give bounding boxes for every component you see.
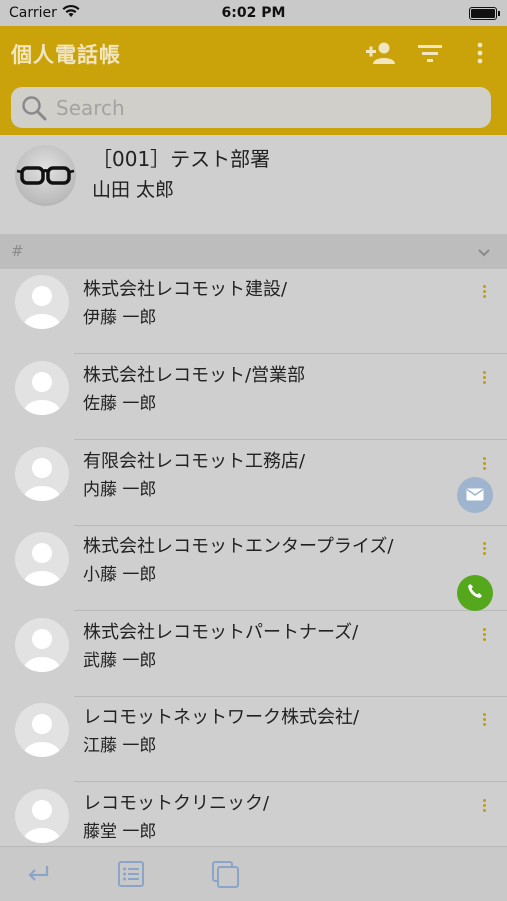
battery-icon xyxy=(469,7,500,20)
more-vertical-icon[interactable] xyxy=(478,626,490,646)
profile-name: 山田 太郎 xyxy=(92,179,175,201)
chevron-down-icon[interactable] xyxy=(477,243,491,262)
call-button[interactable] xyxy=(457,575,493,611)
contact-company: 株式会社レコモット/営業部 xyxy=(83,365,306,386)
search-icon xyxy=(21,95,47,125)
divider xyxy=(74,610,507,611)
search-input[interactable]: Search xyxy=(11,87,491,128)
contact-name: 小藤 一郎 xyxy=(83,565,157,585)
add-contact-icon[interactable] xyxy=(364,36,398,70)
more-vertical-icon[interactable] xyxy=(478,369,490,389)
mail-icon xyxy=(466,486,484,505)
divider xyxy=(74,353,507,354)
page-title: 個人電話帳 xyxy=(11,43,121,67)
search-placeholder: Search xyxy=(56,96,125,120)
contact-row[interactable]: 有限会社レコモット工務店/ 内藤 一郎 xyxy=(0,441,507,526)
contact-company: 株式会社レコモットエンタープライズ/ xyxy=(83,536,394,557)
contact-name: 江藤 一郎 xyxy=(83,736,157,756)
avatar-placeholder-icon xyxy=(15,789,69,843)
app-header: 個人電話帳 Search xyxy=(0,26,507,135)
section-label: # xyxy=(11,242,24,260)
contact-name: 伊藤 一郎 xyxy=(83,308,157,328)
more-vertical-icon[interactable] xyxy=(478,797,490,817)
clock: 6:02 PM xyxy=(221,5,286,21)
avatar-placeholder-icon xyxy=(15,275,69,329)
more-vertical-icon[interactable] xyxy=(478,540,490,560)
section-header[interactable]: # xyxy=(0,234,507,269)
filter-icon[interactable] xyxy=(413,36,447,70)
back-icon[interactable] xyxy=(25,863,51,887)
more-vertical-icon[interactable] xyxy=(478,283,490,303)
contact-company: レコモットクリニック/ xyxy=(83,793,270,814)
contact-row[interactable]: 株式会社レコモットパートナーズ/ 武藤 一郎 xyxy=(0,612,507,697)
contact-company: 株式会社レコモットパートナーズ/ xyxy=(83,622,359,643)
contact-row[interactable]: レコモットネットワーク株式会社/ 江藤 一郎 xyxy=(0,697,507,782)
contact-name: 内藤 一郎 xyxy=(83,480,157,500)
avatar-placeholder-icon xyxy=(15,361,69,415)
status-bar: Carrier 6:02 PM xyxy=(0,0,507,26)
more-vertical-icon[interactable] xyxy=(463,36,497,70)
contact-company: レコモットネットワーク株式会社/ xyxy=(83,707,360,728)
phone-icon xyxy=(467,583,483,603)
contact-name: 武藤 一郎 xyxy=(83,651,157,671)
more-vertical-icon[interactable] xyxy=(478,711,490,731)
contact-row[interactable]: 株式会社レコモット建設/ 伊藤 一郎 xyxy=(0,269,507,354)
contact-name: 藤堂 一郎 xyxy=(83,822,157,842)
contact-company: 株式会社レコモット建設/ xyxy=(83,279,288,300)
avatar-placeholder-icon xyxy=(15,618,69,672)
avatar-placeholder-icon xyxy=(15,447,69,501)
divider xyxy=(74,439,507,440)
more-vertical-icon[interactable] xyxy=(478,455,490,475)
copy-icon[interactable] xyxy=(212,861,240,893)
divider xyxy=(74,781,507,782)
mail-button[interactable] xyxy=(457,477,493,513)
list-icon[interactable] xyxy=(118,861,144,891)
profile-avatar xyxy=(15,145,76,206)
bottom-toolbar xyxy=(0,846,507,901)
contact-company: 有限会社レコモット工務店/ xyxy=(83,451,306,472)
contact-row[interactable]: 株式会社レコモット/営業部 佐藤 一郎 xyxy=(0,355,507,440)
contact-row[interactable]: 株式会社レコモットエンタープライズ/ 小藤 一郎 xyxy=(0,526,507,611)
contact-name: 佐藤 一郎 xyxy=(83,394,157,414)
avatar-placeholder-icon xyxy=(15,532,69,586)
avatar-placeholder-icon xyxy=(15,703,69,757)
profile-department: ［001］テスト部署 xyxy=(92,147,271,171)
my-profile-row[interactable]: ［001］テスト部署 山田 太郎 xyxy=(0,135,507,234)
